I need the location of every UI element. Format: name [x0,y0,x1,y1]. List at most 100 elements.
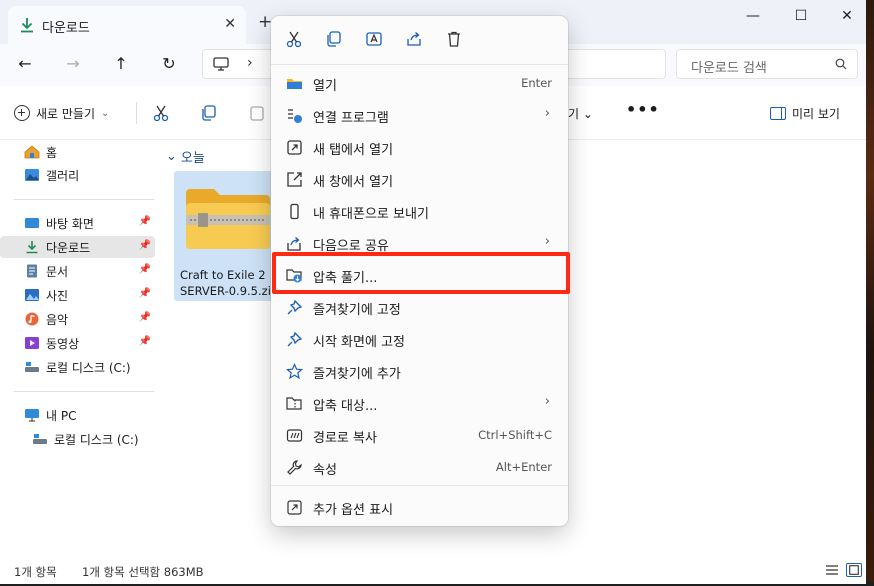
menu-item-label: 즐겨찾기에 추가 [313,367,401,382]
menu-item-shortcut: Ctrl+Shift+C [478,428,552,442]
gallery-icon [25,169,39,181]
back-button[interactable]: ← [14,54,36,73]
copy-icon[interactable] [200,104,218,122]
item-count: 1개 항목 [14,565,57,579]
tab-downloads[interactable]: 다운로드 ✕ [8,6,246,44]
sidebar-item-label: 동영상 [46,336,80,351]
videos-icon [25,337,39,349]
menu-item-label: 시작 화면에 고정 [313,335,405,350]
sidebar-item-documents[interactable]: 문서 📌 [0,260,155,282]
pictures-icon [25,289,39,301]
file-item-zip[interactable]: Craft to Exile 2 SERVER-0.9.5.zip [174,171,284,301]
sidebar-item-home[interactable]: 홈 [0,141,155,163]
menu-item-pin-quick-access[interactable]: 즐겨찾기에 고정 [271,291,568,323]
file-name-line: Craft to Exile 2 [180,268,266,282]
tiles-view-icon[interactable] [846,563,862,577]
sidebar-item-local-disk-pc[interactable]: 로컬 디스크 (C:) [0,428,155,450]
download-icon [21,18,33,33]
search-placeholder: 다운로드 검색 [691,61,767,76]
sidebar-item-this-pc[interactable]: 내 PC [0,404,155,426]
monitor-icon [213,57,229,71]
share-icon[interactable] [405,30,423,48]
sidebar-item-label: 문서 [46,264,69,279]
drive-icon [33,434,47,444]
group-header-today[interactable]: ⌄ 오늘 [166,147,205,166]
menu-item-label: 압축 대상... [313,399,378,414]
address-chevron-icon[interactable]: › [247,55,253,71]
pin-icon: 📌 [138,336,151,347]
sidebar-item-music[interactable]: 음악 📌 [0,308,155,330]
sidebar-item-videos[interactable]: 동영상 📌 [0,332,155,354]
sidebar-item-downloads[interactable]: 다운로드 📌 [0,236,155,258]
share-icon [287,237,301,251]
menu-item-open[interactable]: 열기 Enter [271,67,568,99]
highlight-annotation [272,252,570,294]
menu-item-label: 내 휴대폰으로 보내기 [313,207,429,222]
sidebar-item-label: 다운로드 [46,240,91,255]
sidebar-item-desktop[interactable]: 바탕 화면 📌 [0,212,155,234]
chevron-down-icon: ⌄ [166,149,177,164]
delete-icon[interactable] [445,30,463,48]
menu-item-compress-to[interactable]: 압축 대상... › [271,387,568,419]
cut-icon[interactable] [285,30,303,48]
up-button[interactable]: ↑ [110,54,132,73]
new-window-icon [287,172,302,187]
menu-item-label: 경로로 복사 [313,431,377,446]
preview-label: 미리 보기 [792,107,840,121]
more-options-button[interactable]: ••• [626,100,660,119]
menu-item-open-new-window[interactable]: 새 창에서 열기 [271,163,568,195]
pin-icon: 📌 [138,264,151,275]
pin-icon [287,299,303,315]
menu-item-copy-as-path[interactable]: 경로로 복사 Ctrl+Shift+C [271,419,568,451]
group-label: 오늘 [180,151,205,166]
details-view-icon[interactable] [824,563,840,577]
sidebar-item-label: 로컬 디스크 (C:) [46,360,131,375]
this-pc-icon [25,409,39,422]
menu-item-show-more-options[interactable]: 추가 옵션 표시 [271,491,568,523]
preview-pane-icon [770,107,786,120]
sidebar-item-pictures[interactable]: 사진 📌 [0,284,155,306]
sidebar-item-local-disk[interactable]: 로컬 디스크 (C:) [0,356,155,378]
cut-icon[interactable] [152,104,170,122]
menu-item-properties[interactable]: 속성 Alt+Enter [271,451,568,483]
sidebar-item-gallery[interactable]: 갤러리 [0,164,155,186]
zip-folder-icon [186,189,270,249]
close-button[interactable]: ✕ [836,8,858,26]
refresh-button[interactable]: ↻ [158,54,180,73]
copy-icon[interactable] [325,30,343,48]
menu-item-send-to-phone[interactable]: 내 휴대폰으로 보내기 [271,195,568,227]
sidebar-item-label: 내 PC [46,408,77,423]
menu-item-shortcut: Alt+Enter [495,460,552,474]
compress-icon [286,397,302,410]
sidebar-item-label: 바탕 화면 [46,216,94,231]
divider [136,102,137,124]
star-icon [286,363,303,380]
open-with-icon [288,109,302,123]
navigation-pane: 홈 갤러리 바탕 화면 📌 다운로드 📌 문서 📌 사진 📌 음악 📌 동영상 … [0,141,160,556]
more-options-icon [287,500,302,515]
folder-open-icon [287,79,302,89]
menu-item-pin-start[interactable]: 시작 화면에 고정 [271,323,568,355]
rename-icon[interactable] [365,30,383,48]
paste-icon[interactable] [248,104,266,122]
menu-item-add-favorites[interactable]: 즐겨찾기에 추가 [271,355,568,387]
new-button[interactable]: 새로 만들기 ⌄ [14,102,109,124]
drive-icon [25,362,39,372]
view-dropdown[interactable]: 기 ⌄ [568,105,593,122]
search-box[interactable]: 다운로드 검색 [676,49,858,79]
preview-pane-button[interactable]: 미리 보기 [770,105,840,122]
divider [14,199,154,200]
forward-button[interactable]: → [62,54,84,73]
tab-close-icon[interactable]: ✕ [224,16,236,32]
pin-icon: 📌 [138,288,151,299]
music-icon [25,312,39,326]
chevron-right-icon: › [544,106,550,121]
maximize-button[interactable]: ☐ [790,8,812,26]
menu-item-label: 새 창에서 열기 [313,175,394,190]
sidebar-item-label: 음악 [46,312,69,327]
menu-item-open-with[interactable]: 연결 프로그램 › [271,99,568,131]
menu-item-open-new-tab[interactable]: 새 탭에서 열기 [271,131,568,163]
pin-start-icon [287,331,303,347]
menu-item-label: 속성 [313,463,337,478]
minimize-button[interactable]: — [742,8,764,26]
